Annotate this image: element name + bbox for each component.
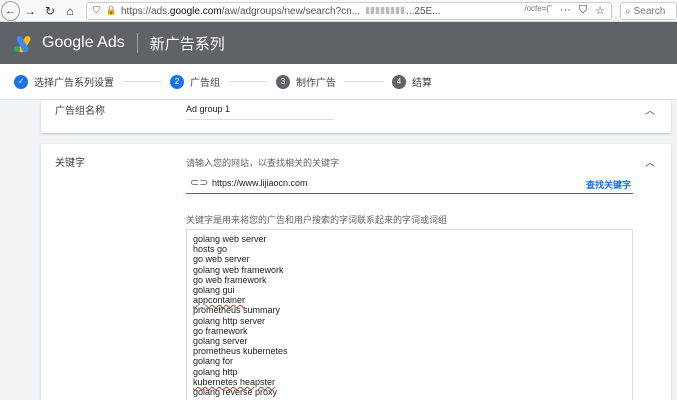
keyword-line: hosts go xyxy=(193,244,228,255)
step-number: 2 xyxy=(170,74,184,89)
keywords-textarea[interactable]: golang web server hosts go go web server… xyxy=(186,229,633,400)
keyword-line: kubernetes heapster xyxy=(193,376,276,387)
keyword-line: prometheus kubernetes xyxy=(193,346,288,357)
browser-search-input[interactable]: ⌕ Search xyxy=(620,2,677,20)
shield-icon: ⛉ xyxy=(93,5,100,15)
page-title: 新广告系列 xyxy=(149,35,225,53)
address-bar[interactable]: ⛉ 🔒 https://ads.google.com/aw/adgroups/n… xyxy=(86,2,612,20)
product-title: Google Ads xyxy=(42,34,125,51)
keyword-line: golang web framework xyxy=(193,264,284,275)
step-connector xyxy=(344,81,384,82)
keyword-line: golang http xyxy=(193,366,238,377)
keyword-line: golang gui xyxy=(193,285,235,296)
browser-toolbar: ← → ↻ ⌂ ⛉ 🔒 https://ads.google.com/aw/ad… xyxy=(0,0,677,22)
header-divider xyxy=(136,33,138,53)
adgroup-name-card: 广告组名称 Ad group 1 ︿ xyxy=(41,100,671,133)
bookmark-star-icon[interactable]: ☆ xyxy=(595,4,605,17)
ads-header: Google Ads 新广告系列 xyxy=(0,22,677,64)
keywords-hint: 请输入您的网站，以查找相关的关键字 xyxy=(186,158,340,168)
pocket-icon[interactable]: ⛉ xyxy=(579,4,587,17)
step-create-ad[interactable]: 3 制作广告 xyxy=(276,74,336,89)
adgroup-name-input[interactable]: Ad group 1 xyxy=(186,104,230,114)
google-ads-logo-icon xyxy=(14,34,34,54)
chevron-up-icon[interactable]: ︿ xyxy=(645,154,655,169)
lock-icon: 🔒 xyxy=(105,5,117,15)
more-icon[interactable]: ··· xyxy=(560,4,571,17)
keyword-line: go web framework xyxy=(193,274,267,285)
input-underline xyxy=(186,119,334,120)
adgroup-name-label: 广告组名称 xyxy=(55,106,105,117)
check-icon: ✓ xyxy=(14,74,28,89)
keyword-line: golang http server xyxy=(193,315,266,326)
keyword-line: golang server xyxy=(193,336,248,347)
step-ad-group[interactable]: 2 广告组 xyxy=(170,74,220,89)
find-keywords-button[interactable]: 查找关键字 xyxy=(586,178,631,191)
website-url-value[interactable]: https://www.lijiaocn.com xyxy=(212,178,308,188)
search-icon: ⌕ xyxy=(625,5,631,17)
chevron-up-icon[interactable]: ︿ xyxy=(645,102,655,117)
keyword-line: go web server xyxy=(193,254,250,265)
keyword-line: prometheus summary xyxy=(193,305,281,316)
reload-button[interactable]: ↻ xyxy=(40,1,60,21)
campaign-stepper: ✓ 选择广告系列设置 2 广告组 3 制作广告 4 结算 xyxy=(0,64,677,100)
keyword-line: golang for xyxy=(193,356,234,367)
link-icon: ⊂⊃ xyxy=(190,177,209,189)
keywords-card: 关键字 ︿ 请输入您的网站，以查找相关的关键字 ⊂⊃ https://www.l… xyxy=(41,144,671,400)
home-icon[interactable]: ⌂ xyxy=(60,1,80,21)
keyword-line: go framework xyxy=(193,325,248,336)
step-connector xyxy=(228,81,268,82)
step-connector xyxy=(122,81,162,82)
step-campaign-settings[interactable]: ✓ 选择广告系列设置 xyxy=(14,74,114,89)
step-number: 3 xyxy=(276,74,290,89)
step-billing[interactable]: 4 结算 xyxy=(392,74,432,89)
keywords-label: 关键字 xyxy=(55,158,85,169)
website-url-field[interactable]: ⊂⊃ https://www.lijiaocn.com 查找关键字 xyxy=(186,172,633,194)
step-number: 4 xyxy=(392,74,406,89)
keyword-line: golang reverse proxy xyxy=(193,387,278,398)
forward-button[interactable]: → xyxy=(20,1,40,21)
keyword-line: appcontainer xyxy=(193,295,246,306)
keywords-description: 关键字是用来将您的广告和用户搜索的字词联系起来的字词或词组 xyxy=(186,215,448,225)
url-text[interactable]: https://ads.google.com/aw/adgroups/new/s… xyxy=(121,6,501,17)
back-button[interactable]: ← xyxy=(0,0,20,21)
redacted-url-segment xyxy=(366,7,407,15)
keyword-line: golang web server xyxy=(193,234,267,244)
url-fragment: /ocfe={" xyxy=(524,4,552,13)
